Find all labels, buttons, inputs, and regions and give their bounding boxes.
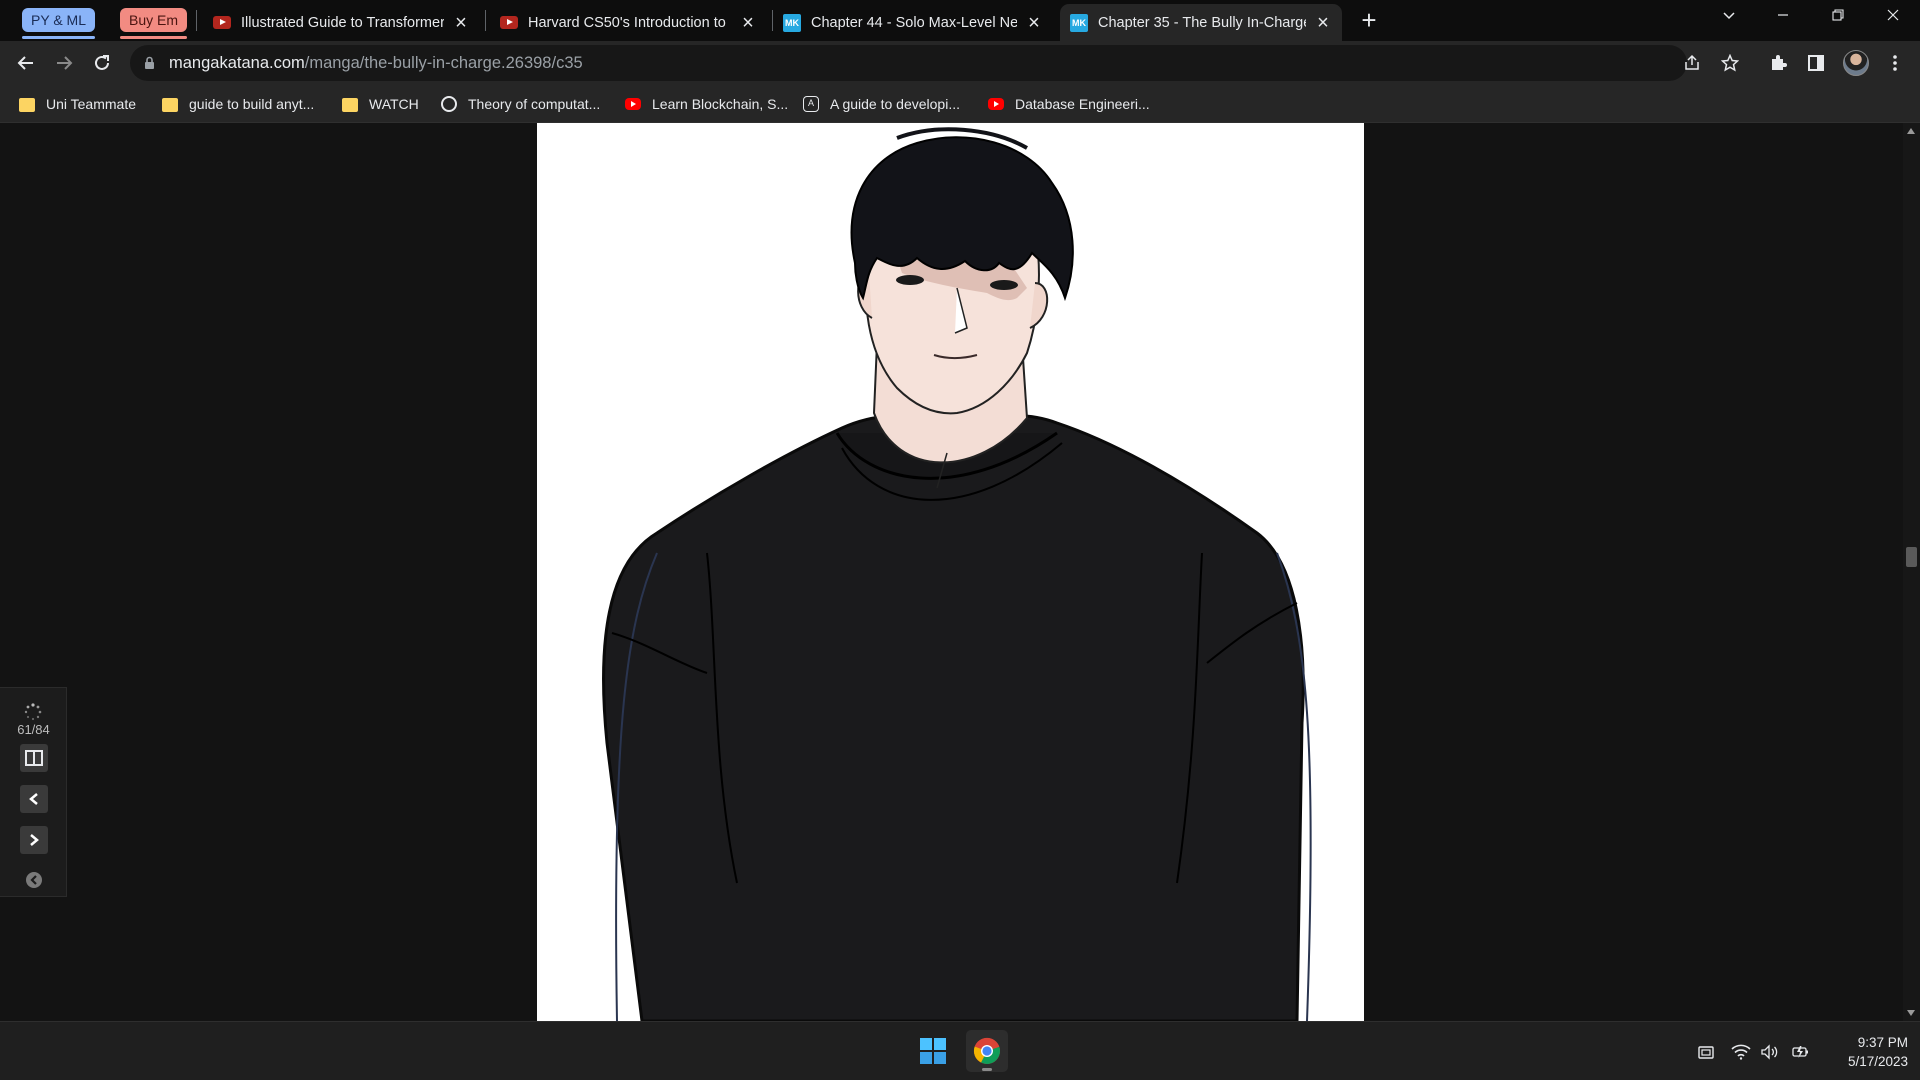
profile-avatar[interactable] xyxy=(1843,50,1869,76)
reload-button[interactable] xyxy=(86,47,118,79)
mangakatana-icon: MK xyxy=(1070,13,1088,32)
tab-group-buy-em[interactable]: Buy Em xyxy=(120,8,188,39)
lock-icon[interactable] xyxy=(144,56,155,75)
tab-separator xyxy=(485,10,486,31)
previous-page-button[interactable] xyxy=(20,785,48,813)
next-page-button[interactable] xyxy=(20,826,48,854)
folder-icon xyxy=(342,97,358,112)
folder-icon xyxy=(19,97,35,112)
bookmark-watch[interactable]: WATCH xyxy=(342,94,419,114)
bookmark-label: WATCH xyxy=(369,96,419,112)
share-icon[interactable] xyxy=(1682,53,1702,73)
battery-charging-icon[interactable] xyxy=(1790,1041,1812,1063)
youtube-icon xyxy=(213,14,231,32)
bookmark-guide-to-developing[interactable]: A A guide to developi... xyxy=(803,94,960,114)
tab-chapter-35[interactable]: MK Chapter 35 - The Bully In-Charge × xyxy=(1060,4,1342,41)
manga-illustration xyxy=(602,127,1312,1021)
bookmark-label: Database Engineeri... xyxy=(1015,96,1150,112)
tab-title: Chapter 44 - Solo Max-Level New xyxy=(811,14,1017,31)
menu-icon[interactable] xyxy=(1879,47,1911,79)
new-tab-button[interactable]: + xyxy=(1356,7,1382,34)
bookmark-label: Learn Blockchain, S... xyxy=(652,96,789,112)
scroll-up-arrow-icon[interactable] xyxy=(1907,128,1915,134)
clock-date: 5/17/2023 xyxy=(1847,1054,1908,1069)
tab-title: Harvard CS50's Introduction to Py xyxy=(528,14,731,31)
taskbar: 9:37 PM 5/17/2023 xyxy=(0,1021,1920,1080)
tab-chapter-44[interactable]: MK Chapter 44 - Solo Max-Level New × xyxy=(773,4,1053,41)
screen-capture-icon[interactable] xyxy=(1695,1041,1717,1063)
url-text: mangakatana.com/manga/the-bully-in-charg… xyxy=(169,54,583,73)
tab-title: Illustrated Guide to Transformers xyxy=(241,14,444,31)
windows-start-button[interactable] xyxy=(912,1030,954,1072)
scroll-down-arrow-icon[interactable] xyxy=(1907,1010,1915,1016)
toolbar: mangakatana.com/manga/the-bully-in-charg… xyxy=(0,41,1920,85)
reader-control-panel: 61/84 xyxy=(0,687,67,897)
system-clock[interactable]: 9:37 PM 5/17/2023 xyxy=(1818,1033,1908,1071)
bookmark-label: guide to build anyt... xyxy=(189,96,315,112)
bookmark-label: A guide to developi... xyxy=(830,96,960,112)
collapse-panel-button[interactable] xyxy=(20,866,48,894)
forward-button[interactable] xyxy=(48,47,80,79)
close-window-button[interactable] xyxy=(1866,0,1920,38)
page-viewport: 61/84 xyxy=(0,123,1920,1021)
url-host: mangakatana.com xyxy=(169,54,305,72)
youtube-icon xyxy=(988,98,1004,110)
collapse-circle-icon xyxy=(26,872,42,888)
minimize-button[interactable] xyxy=(1756,0,1810,38)
page-layout-button[interactable] xyxy=(20,744,48,772)
chevron-right-icon xyxy=(30,834,39,846)
tab-group-py-ml[interactable]: PY & ML xyxy=(22,8,95,39)
browser-window: PY & ML Buy Em Illustrated Guide to Tran… xyxy=(0,0,1920,1080)
tab-search-button[interactable] xyxy=(1702,0,1756,38)
chrome-icon xyxy=(973,1037,1000,1064)
vertical-scrollbar[interactable] xyxy=(1903,123,1920,1021)
chevron-left-icon xyxy=(29,793,38,805)
restore-button[interactable] xyxy=(1811,0,1865,38)
windows-logo-icon xyxy=(920,1038,946,1064)
bookmark-learn-blockchain[interactable]: Learn Blockchain, S... xyxy=(625,94,788,114)
side-panel-icon[interactable] xyxy=(1800,47,1832,79)
url-path: /manga/the-bully-in-charge.26398/c35 xyxy=(304,54,583,72)
tab-illustrated-guide[interactable]: Illustrated Guide to Transformers × xyxy=(203,4,480,41)
tab-separator xyxy=(196,10,197,31)
bookmarks-bar: Uni Teammate guide to build anyt... WATC… xyxy=(0,85,1920,123)
clock-time: 9:37 PM xyxy=(1857,1035,1908,1050)
close-icon[interactable]: × xyxy=(739,13,757,33)
globe-icon xyxy=(441,96,457,112)
close-icon[interactable]: × xyxy=(1314,13,1332,33)
loading-icon xyxy=(24,703,42,721)
scrollbar-thumb[interactable] xyxy=(1906,547,1917,567)
extensions-icon[interactable] xyxy=(1762,47,1794,79)
bookmark-guide-to-build[interactable]: guide to build anyt... xyxy=(162,94,314,114)
tab-strip: PY & ML Buy Em Illustrated Guide to Tran… xyxy=(0,0,1920,41)
wifi-icon[interactable] xyxy=(1730,1041,1752,1063)
close-icon[interactable]: × xyxy=(452,13,470,33)
tab-harvard-cs50[interactable]: Harvard CS50's Introduction to Py × xyxy=(490,4,767,41)
bookmark-label: Uni Teammate xyxy=(46,96,137,112)
youtube-icon xyxy=(500,14,518,32)
bookmark-star-icon[interactable] xyxy=(1720,53,1740,73)
mangakatana-icon: MK xyxy=(783,13,801,32)
bookmark-uni-teammate[interactable]: Uni Teammate xyxy=(19,94,136,114)
back-button[interactable] xyxy=(10,47,42,79)
site-icon: A xyxy=(803,96,819,112)
bookmark-theory-of-computation[interactable]: Theory of computat... xyxy=(441,94,600,114)
book-layout-icon xyxy=(25,750,43,766)
taskbar-chrome-button[interactable] xyxy=(966,1030,1008,1072)
volume-icon[interactable] xyxy=(1759,1041,1781,1063)
close-icon[interactable]: × xyxy=(1025,13,1043,33)
folder-icon xyxy=(162,97,178,112)
bookmark-label: Theory of computat... xyxy=(468,96,601,112)
page-counter: 61/84 xyxy=(17,722,50,737)
youtube-icon xyxy=(625,98,641,110)
address-bar[interactable]: mangakatana.com/manga/the-bully-in-charg… xyxy=(130,45,1739,81)
tab-title: Chapter 35 - The Bully In-Charge xyxy=(1098,14,1306,31)
bookmark-database-engineering[interactable]: Database Engineeri... xyxy=(988,94,1150,114)
manga-page-image xyxy=(537,123,1364,1021)
